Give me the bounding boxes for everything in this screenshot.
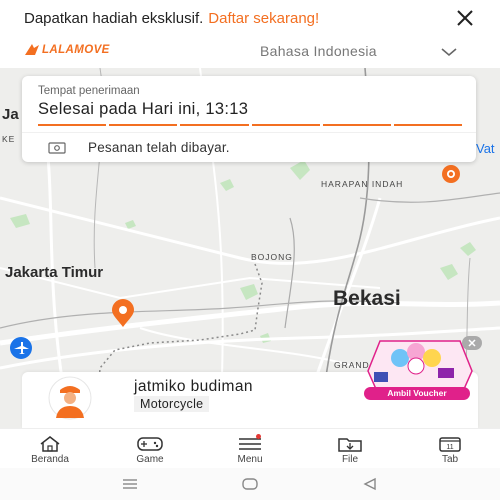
nav-tab[interactable]: 11 Tab [415, 429, 485, 469]
pickup-label: Tempat penerimaan [38, 85, 140, 97]
nav-tab-label: Tab [441, 454, 459, 465]
close-icon[interactable] [456, 9, 474, 27]
nav-menu[interactable]: Menu [215, 429, 285, 469]
recent-apps-icon[interactable] [120, 476, 140, 492]
app-screen: Dapatkan hadiah eksklusif. Daftar sekara… [0, 0, 500, 500]
register-link[interactable]: Daftar sekarang! [208, 10, 319, 27]
map-label-jakarta-timur: Jakarta Timur [5, 264, 104, 281]
dropoff-marker-icon[interactable] [109, 299, 137, 329]
driver-name: jatmiko budiman [134, 378, 253, 395]
nav-game[interactable]: Game [115, 429, 185, 469]
order-status-card[interactable]: Tempat penerimaan Selesai pada Hari ini,… [22, 76, 476, 162]
voucher-close-button[interactable] [462, 336, 482, 350]
payment-status: Pesanan telah dibayar. [88, 140, 230, 155]
nav-file-label: File [341, 454, 359, 465]
close-icon [468, 339, 476, 347]
language-select[interactable]: Bahasa Indonesia [260, 43, 377, 59]
nav-file[interactable]: File [315, 429, 385, 469]
svg-text:11: 11 [446, 444, 453, 451]
map-label-left-edge-small: KE [2, 134, 16, 144]
system-nav-bar [0, 468, 500, 500]
gamepad-icon [137, 437, 163, 451]
lalamove-logo-icon [25, 44, 39, 55]
home-button-icon[interactable] [240, 476, 260, 492]
promo-banner: Dapatkan hadiah eksklusif. Daftar sekara… [0, 0, 500, 36]
app-header: LALAMOVE Bahasa Indonesia [0, 36, 500, 68]
completion-time: Selesai pada Hari ini, 13:13 [38, 100, 249, 118]
map-label-bekasi: Bekasi [333, 287, 401, 310]
tabs-icon: 11 [439, 437, 461, 452]
driver-avatar-icon [48, 376, 92, 420]
back-icon[interactable] [360, 476, 380, 492]
claim-voucher-button[interactable]: Ambil Voucher [364, 387, 470, 400]
airport-icon [10, 337, 32, 359]
map-label-bojong: BOJONG [251, 252, 293, 262]
progress-bar [38, 124, 463, 127]
vehicle-type-badge: Motorcycle [134, 396, 210, 412]
brand-name: LALAMOVE [42, 44, 110, 56]
nav-home[interactable]: Beranda [15, 429, 85, 469]
file-icon [338, 438, 362, 452]
home-icon [40, 436, 60, 452]
brand-logo: LALAMOVE [24, 42, 110, 58]
chevron-down-icon[interactable] [440, 46, 458, 58]
card-divider [22, 132, 476, 133]
nav-home-label: Beranda [31, 454, 69, 465]
map-label-harapan-indah: HARAPAN INDAH [321, 179, 404, 189]
nav-game-label: Game [136, 454, 164, 465]
pickup-marker-icon[interactable] [438, 163, 464, 185]
nav-menu-label: Menu [237, 454, 263, 465]
promo-text: Dapatkan hadiah eksklusif. [24, 9, 204, 27]
bottom-navigation: Beranda Game Menu File 11 Tab [0, 428, 500, 468]
map-label-right-edge: Vat [476, 141, 495, 156]
notification-dot [256, 434, 261, 439]
cash-icon [48, 142, 66, 154]
map-label-left-edge: Ja [2, 106, 19, 123]
